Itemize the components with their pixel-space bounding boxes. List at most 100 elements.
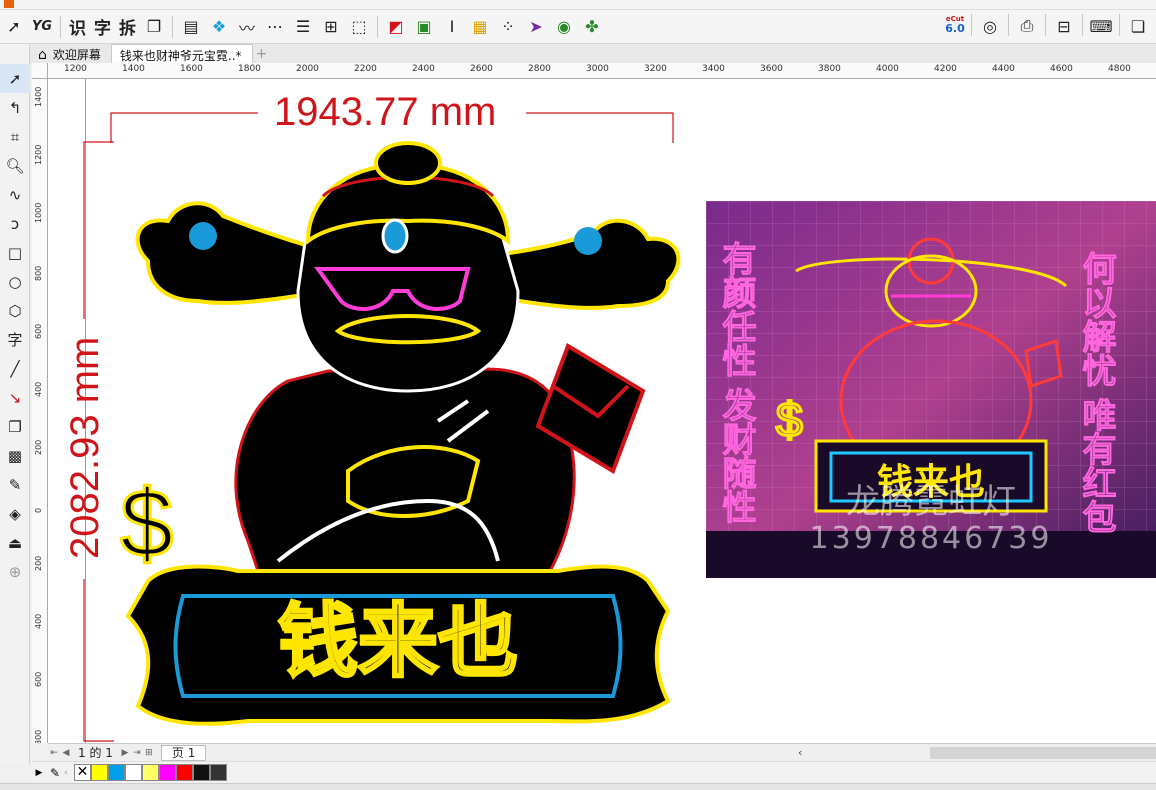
horizontal-scrollbar[interactable] [930, 747, 1156, 759]
corel-draw-window: ➚ YG 识 字 拆 ❐ ▤ ❖ 〰 ⋯ ☰ ⊞ ⬚ ◩ ▣ Ⅰ ▦ ⁘ ➤ ◉… [0, 0, 1156, 790]
color-swatch[interactable] [210, 764, 227, 781]
keyboard-icon[interactable]: ⌨ [1089, 14, 1113, 38]
hat-top [374, 141, 442, 185]
node-icon[interactable]: ⋯ [263, 15, 287, 39]
app-logo-icon [4, 0, 14, 8]
no-color-swatch[interactable]: ✕ [74, 764, 91, 781]
layers-icon[interactable]: ◎ [978, 14, 1002, 38]
height-dimension-label[interactable]: 2082.93 mm [63, 337, 107, 559]
color-swatch[interactable] [91, 764, 108, 781]
dots-icon[interactable]: ⁘ [496, 15, 520, 39]
color-palette: ▶ ✎ ‹ ✕ [32, 761, 1156, 783]
ruler-h-label: 4400 [992, 64, 1015, 74]
yg-plugin-icon[interactable]: YG [30, 15, 54, 39]
ruler-v-label: 600 [34, 323, 43, 339]
arrow-icon[interactable]: ➤ [524, 15, 548, 39]
scroll-left-icon[interactable]: ‹ [798, 746, 802, 759]
ruler-h-label: 1400 [122, 64, 145, 74]
transparency-icon[interactable]: ▩ [0, 441, 30, 470]
polygon-tool-icon[interactable]: ⬡ [0, 296, 30, 325]
pick-tool-icon[interactable]: ➚ [0, 64, 30, 93]
measure-icon[interactable]: ⊟ [1052, 14, 1076, 38]
separator [60, 15, 61, 38]
drawing-canvas[interactable]: 1943.77 mm 2082.93 mm $ 钱来也 $ 钱来也 有颜任性 发… [48, 79, 1156, 743]
drop-shadow-icon[interactable]: ❐ [0, 412, 30, 441]
add-tool-icon[interactable]: ⊕ [0, 557, 30, 586]
separator [1008, 14, 1009, 36]
ruler-origin[interactable] [32, 63, 48, 79]
ruler-h-label: 3000 [586, 64, 609, 74]
split-button[interactable]: 拆 [119, 14, 136, 39]
page-counter: 1 的 1 [78, 746, 113, 760]
first-page-icon[interactable]: ⇤ [48, 748, 60, 758]
smart-fill-icon[interactable]: ⏏ [0, 528, 30, 557]
freehand-tool-icon[interactable]: ∿ [0, 180, 30, 209]
text-align-icon[interactable]: Ⅰ [440, 15, 464, 39]
ruler-h-label: 3800 [818, 64, 841, 74]
svg-text:$: $ [776, 394, 803, 447]
prev-page-icon[interactable]: ◀ [60, 748, 72, 758]
horizontal-ruler[interactable]: 1200 1400 1600 1800 2000 2200 2400 2600 2800 3000… [48, 63, 1156, 79]
char-button[interactable]: 字 [94, 14, 111, 39]
grid-icon[interactable]: ⊞ [319, 15, 343, 39]
ruler-h-label: 3600 [760, 64, 783, 74]
window-icon[interactable]: ❏ [1126, 14, 1150, 38]
add-tab-icon[interactable]: + [253, 44, 271, 63]
ecut-version: 6.0 [945, 22, 965, 35]
hat-ball-right [574, 227, 602, 255]
curve-icon[interactable]: 〰 [235, 15, 259, 39]
shape-tool-icon[interactable]: ↰ [0, 93, 30, 122]
lines-icon[interactable]: ☰ [291, 15, 315, 39]
width-dimension-label[interactable]: 1943.77 mm [274, 91, 496, 133]
crop-tool-icon[interactable]: ⌗ [0, 122, 30, 151]
ruler-v-label: 800 [34, 265, 43, 281]
text-tool-icon[interactable]: 字 [0, 325, 30, 354]
color-swatch[interactable] [176, 764, 193, 781]
vertical-ruler[interactable]: 1400 1200 1000 800 600 400 200 0 200 400 600 800 [32, 79, 48, 743]
parallel-dimension-icon[interactable]: ╱ [0, 354, 30, 383]
puzzle-icon[interactable]: ✤ [580, 15, 604, 39]
tab-document[interactable]: 钱来也财神爷元宝霓..* [110, 44, 253, 63]
ruler-v-label: 1000 [34, 202, 43, 223]
color-swatch[interactable] [142, 764, 159, 781]
recognize-button[interactable]: 识 [69, 14, 86, 39]
print-icon[interactable]: ⎙ [1015, 14, 1039, 38]
ruler-v-label: 400 [34, 613, 43, 629]
page-tab[interactable]: 页 1 [160, 744, 207, 761]
zoom-tool-icon[interactable]: 🔍︎ [0, 151, 30, 180]
eyedropper-icon[interactable]: ✎ [0, 470, 30, 499]
connector-tool-icon[interactable]: ↘ [0, 383, 30, 412]
ruler-v-label: 800 [34, 729, 43, 743]
next-page-icon[interactable]: ▶ [119, 748, 131, 758]
dotted-box-icon[interactable]: ⬚ [347, 15, 371, 39]
shape-icon[interactable]: ◩ [384, 15, 408, 39]
table-icon[interactable]: ▤ [179, 15, 203, 39]
image-icon[interactable]: ▣ [412, 15, 436, 39]
ellipse-tool-icon[interactable]: ○ [0, 267, 30, 296]
globe-icon[interactable]: ◉ [552, 15, 576, 39]
palette-back-icon[interactable]: ‹ [64, 768, 74, 778]
add-page-icon[interactable]: ⊞ [143, 748, 155, 758]
tab-welcome[interactable]: ⌂ 欢迎屏幕 [30, 44, 111, 63]
color-swatch[interactable] [125, 764, 142, 781]
neon-sign-artwork[interactable]: $ 钱来也 [108, 141, 688, 741]
interactive-fill-icon[interactable]: ◈ [0, 499, 30, 528]
ruler-h-label: 1200 [64, 64, 87, 74]
bars-icon[interactable]: ▦ [468, 15, 492, 39]
color-swatch[interactable] [108, 764, 125, 781]
pattern-icon[interactable]: ❖ [207, 15, 231, 39]
copy-icon[interactable]: ❐ [142, 15, 166, 39]
rectangle-tool-icon[interactable]: □ [0, 238, 30, 267]
color-swatch[interactable] [159, 764, 176, 781]
ruler-v-label: 400 [34, 381, 43, 397]
photo-right-text: 何以解忧 唯有红包 [1076, 251, 1116, 534]
color-swatch[interactable] [193, 764, 210, 781]
separator [172, 15, 173, 38]
eyedropper-icon[interactable]: ✎ [46, 766, 64, 780]
artistic-media-icon[interactable]: ↄ [0, 209, 30, 238]
last-page-icon[interactable]: ⇥ [131, 748, 143, 758]
reference-photo[interactable]: $ 钱来也 有颜任性 发财随性 何以解忧 唯有红包 龙腾霓虹灯 13978846… [706, 201, 1156, 578]
palette-scroll-icon[interactable]: ▶ [32, 768, 46, 778]
pick-tool-icon[interactable]: ➚ [2, 15, 26, 39]
ecut-button[interactable]: eCut 6.0 [943, 14, 967, 38]
